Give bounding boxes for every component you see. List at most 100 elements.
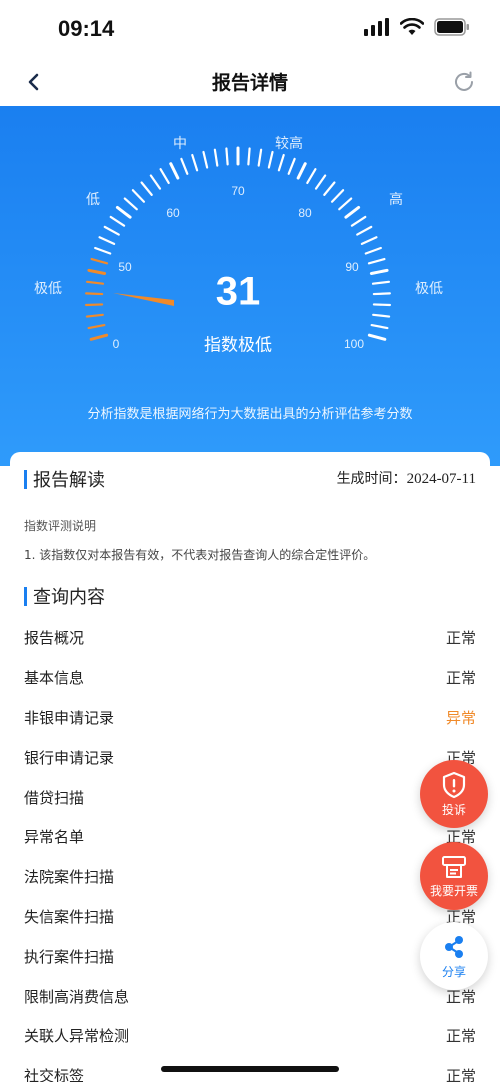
gauge-tick xyxy=(360,236,378,245)
query-row-label: 限制高消费信息 xyxy=(24,987,130,1006)
status-time: 09:14 xyxy=(58,16,115,41)
level-label-medium: 中 xyxy=(173,136,187,152)
share-button[interactable]: 分享 xyxy=(420,922,488,990)
invoice-label: 我要开票 xyxy=(429,883,478,898)
gauge-tick xyxy=(225,147,229,166)
status-bar: 09:14 xyxy=(0,0,500,58)
gauge-tick xyxy=(247,147,251,166)
query-row-label: 执行案件扫描 xyxy=(24,947,115,966)
scale-label-0: 0 xyxy=(112,337,120,351)
query-row[interactable]: 失信案件扫描 正常 xyxy=(24,897,476,937)
query-row-label: 法院案件扫描 xyxy=(24,868,115,887)
query-row-label: 非银申请记录 xyxy=(24,708,115,727)
section-accent-bar xyxy=(24,586,27,606)
shield-alert-icon xyxy=(442,771,466,798)
gauge-tick xyxy=(372,292,391,296)
scale-label-50: 50 xyxy=(118,260,132,274)
page-title: 报告详情 xyxy=(211,72,288,94)
status-normal: 正常 xyxy=(445,629,476,648)
generation-time-value: 2024-07-11 xyxy=(406,471,476,487)
query-row[interactable]: 银行申请记录 正常 xyxy=(24,737,476,777)
report-card: 报告解读 生成时间：2024-07-11 指数评测说明 1. 该指数仅对本报告有… xyxy=(10,452,490,1082)
gauge-tick xyxy=(85,280,105,285)
gauge-tick xyxy=(191,153,199,172)
gauge-tick xyxy=(306,168,317,185)
gauge-tick xyxy=(89,333,109,341)
score-value: 31 xyxy=(215,269,261,314)
gauge-tick xyxy=(149,174,162,190)
gauge-tick xyxy=(140,181,153,196)
query-row[interactable]: 报告概况 正常 xyxy=(24,618,476,658)
score-gauge-panel: 极低 低 中 较高 高 极低 0 50 60 70 80 90 100 31 指… xyxy=(0,106,500,466)
gauge-tick xyxy=(109,215,126,227)
gauge-tick xyxy=(159,168,170,185)
gauge-tick xyxy=(115,205,132,219)
gauge-tick xyxy=(369,268,389,275)
query-section-title: 查询内容 xyxy=(33,587,105,608)
scale-label-80: 80 xyxy=(298,206,312,220)
cellular-signal-icon xyxy=(364,18,389,36)
gauge-tick xyxy=(131,189,146,203)
status-normal: 正常 xyxy=(445,669,476,688)
gauge-tick xyxy=(350,215,367,227)
query-row[interactable]: 法院案件扫描正常 xyxy=(24,857,476,897)
gauge-tick xyxy=(287,157,296,175)
section-accent-bar xyxy=(24,469,27,489)
home-indicator[interactable] xyxy=(161,1066,339,1072)
refresh-icon xyxy=(455,71,473,91)
gauge-tick xyxy=(267,150,274,169)
query-content-list: 报告概况正常基本信息正常非银申请记录异常银行申请记录正常借贷扫描正常异常名单正常… xyxy=(24,618,476,1082)
gauge-tick xyxy=(277,153,285,172)
generation-time-label: 生成时间： xyxy=(336,471,407,487)
scale-label-70: 70 xyxy=(231,184,245,198)
query-row[interactable]: 关联人异常检测 正常 xyxy=(24,1016,476,1056)
gauge-tick xyxy=(338,197,353,211)
gauge-tick xyxy=(370,323,389,330)
report-section-title: 报告解读 xyxy=(33,470,105,491)
gauge-tick xyxy=(213,148,219,167)
query-row[interactable]: 限制高消费信息 正常 xyxy=(24,976,476,1016)
query-row[interactable]: 基本信息 正常 xyxy=(24,658,476,698)
gauge-tick xyxy=(372,313,391,318)
gauge-tick xyxy=(85,292,104,296)
query-row-label: 基本信息 xyxy=(24,669,85,688)
gauge-tick xyxy=(169,162,180,180)
score-level-text: 指数极低 xyxy=(204,335,272,356)
invoice-button[interactable]: 我要开票 xyxy=(420,842,488,910)
query-row[interactable]: 借贷扫描正常 xyxy=(24,777,476,817)
status-abnormal: 异常 xyxy=(445,708,476,727)
gauge-tick xyxy=(296,162,307,180)
receipt-printer-icon xyxy=(442,855,466,878)
level-label-very-high: 极低 xyxy=(415,281,443,297)
gauge-tick xyxy=(367,257,386,265)
nav-bar: 报告详情 xyxy=(0,58,500,106)
scale-label-90: 90 xyxy=(345,260,359,274)
gauge-tick xyxy=(94,246,112,255)
gauge-tick xyxy=(323,181,336,196)
query-row-label: 银行申请记录 xyxy=(24,748,115,767)
share-label: 分享 xyxy=(441,964,466,979)
gauge-needle xyxy=(113,293,174,306)
scale-label-100: 100 xyxy=(343,337,365,351)
gauge-tick xyxy=(180,157,189,175)
query-row[interactable]: 异常名单 正常 xyxy=(24,817,476,857)
gauge-tick xyxy=(344,205,361,219)
query-row-label: 失信案件扫描 xyxy=(24,907,115,926)
gauge-tick xyxy=(84,303,104,307)
query-row-label: 社交标签 xyxy=(24,1067,85,1082)
query-row-label: 关联人异常检测 xyxy=(24,1027,130,1046)
report-section-header: 报告解读 xyxy=(24,466,105,492)
gauge-tick xyxy=(87,268,107,275)
query-row[interactable]: 非银申请记录 异常 xyxy=(24,698,476,738)
wifi-icon xyxy=(400,18,424,35)
gauge-tick xyxy=(372,303,392,307)
gauge-tick xyxy=(90,257,109,265)
complain-button[interactable]: 投诉 xyxy=(420,760,488,828)
query-section-header: 查询内容 xyxy=(24,583,105,609)
level-label-low: 低 xyxy=(86,192,100,208)
gauge-tick xyxy=(367,333,387,341)
query-row[interactable]: 执行案件扫描正常 xyxy=(24,936,476,976)
query-row-label: 报告概况 xyxy=(24,629,85,648)
refresh-button[interactable] xyxy=(450,68,478,96)
note-text: 1. 该指数仅对本报告有效，不代表对报告查询人的综合定性评价。 xyxy=(24,548,376,562)
